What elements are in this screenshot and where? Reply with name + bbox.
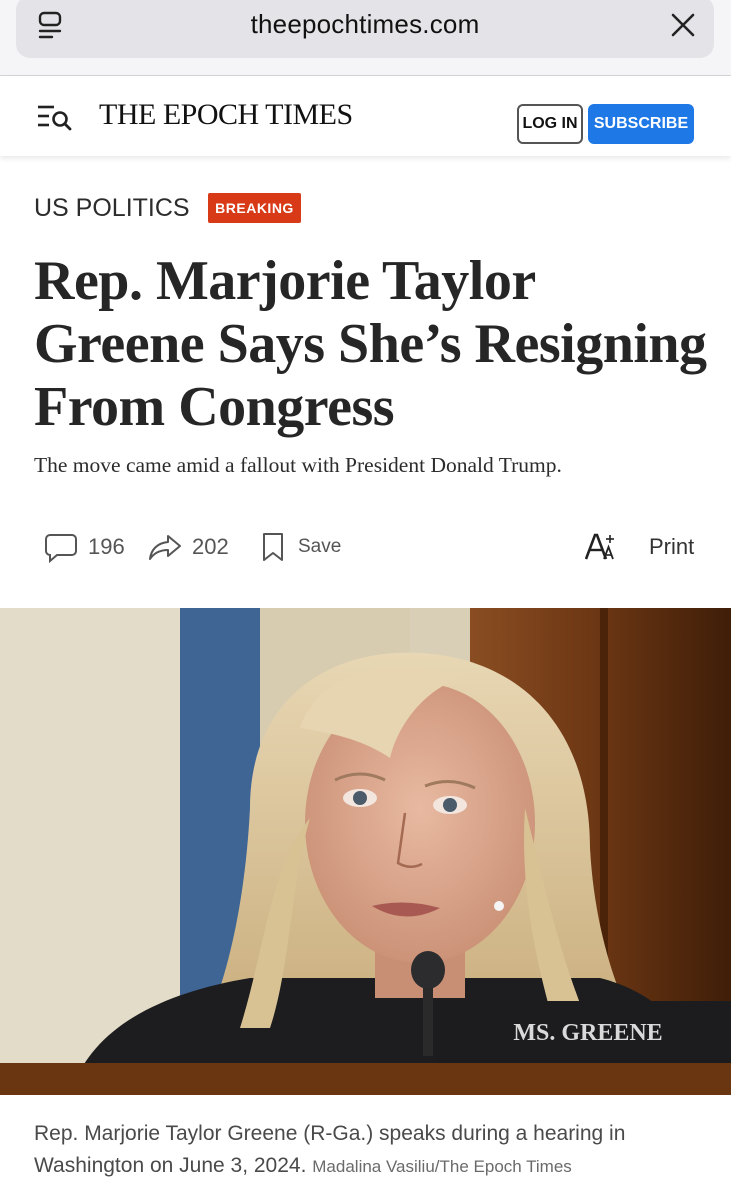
font-size-icon	[585, 533, 614, 560]
article-actions: 196 202 Save Print	[0, 525, 731, 569]
section-link[interactable]: US POLITICS	[34, 194, 190, 223]
photo-caption: Rep. Marjorie Taylor Greene (R-Ga.) spea…	[34, 1118, 704, 1183]
comments-button[interactable]: 196	[44, 525, 125, 569]
url-text[interactable]: theepochtimes.com	[16, 9, 714, 40]
share-button[interactable]: 202	[148, 525, 229, 569]
print-button[interactable]: Print	[649, 525, 694, 569]
photo-credit: Madalina Vasiliu/The Epoch Times	[312, 1157, 572, 1176]
article-subheadline: The move came amid a fallout with Presid…	[34, 453, 562, 477]
url-field[interactable]: theepochtimes.com	[16, 0, 714, 58]
menu-search-icon[interactable]	[36, 103, 74, 131]
site-header: THE EPOCH TIMES LOG IN SUBSCRIBE	[0, 76, 731, 156]
shares-count: 202	[192, 534, 229, 559]
nameplate-text: MS. GREENE	[513, 1020, 662, 1046]
bookmark-icon	[263, 533, 283, 561]
browser-address-bar: theepochtimes.com	[0, 0, 731, 76]
article-headline: Rep. Marjorie Taylor Greene Says She’s R…	[34, 250, 707, 438]
print-label: Print	[649, 534, 695, 559]
comment-icon	[45, 534, 77, 563]
save-label: Save	[298, 536, 342, 557]
breaking-badge: BREAKING	[208, 193, 301, 223]
login-button[interactable]: LOG IN	[517, 104, 583, 144]
comments-count: 196	[88, 534, 125, 559]
save-button[interactable]: Save	[260, 525, 341, 569]
site-logo[interactable]: THE EPOCH TIMES	[99, 98, 353, 132]
share-icon	[149, 535, 181, 560]
article-photo[interactable]: MS. GREENE	[0, 608, 731, 1095]
font-size-button[interactable]	[585, 525, 617, 569]
close-icon[interactable]	[668, 10, 698, 40]
subscribe-button[interactable]: SUBSCRIBE	[588, 104, 694, 144]
